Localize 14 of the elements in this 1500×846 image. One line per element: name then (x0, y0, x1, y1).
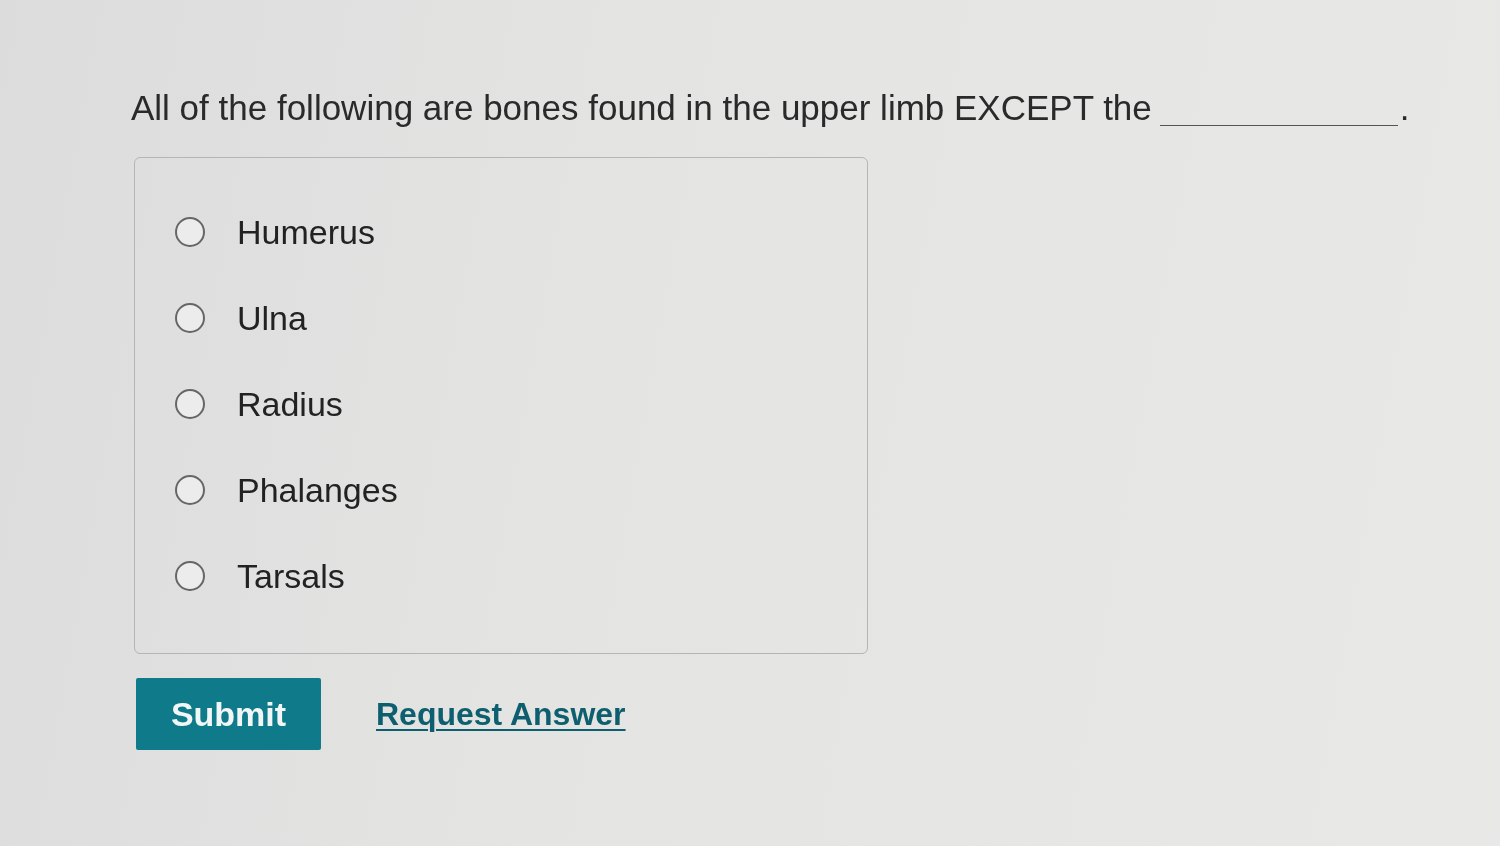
request-answer-link[interactable]: Request Answer (376, 695, 626, 733)
option-label[interactable]: Phalanges (237, 470, 398, 510)
option-label[interactable]: Humerus (237, 212, 375, 252)
radio-button[interactable] (175, 303, 205, 333)
radio-button[interactable] (175, 389, 205, 419)
option-label[interactable]: Ulna (237, 298, 307, 338)
question-text: All of the following are bones found in the upper limb EXCEPT the (131, 87, 1152, 129)
radio-button[interactable] (175, 217, 205, 247)
option-label[interactable]: Radius (237, 384, 343, 424)
option-label[interactable]: Tarsals (237, 556, 345, 596)
question-period: . (1399, 87, 1410, 129)
radio-button[interactable] (175, 475, 205, 505)
radio-button[interactable] (175, 561, 205, 591)
submit-button[interactable]: Submit (136, 678, 321, 750)
